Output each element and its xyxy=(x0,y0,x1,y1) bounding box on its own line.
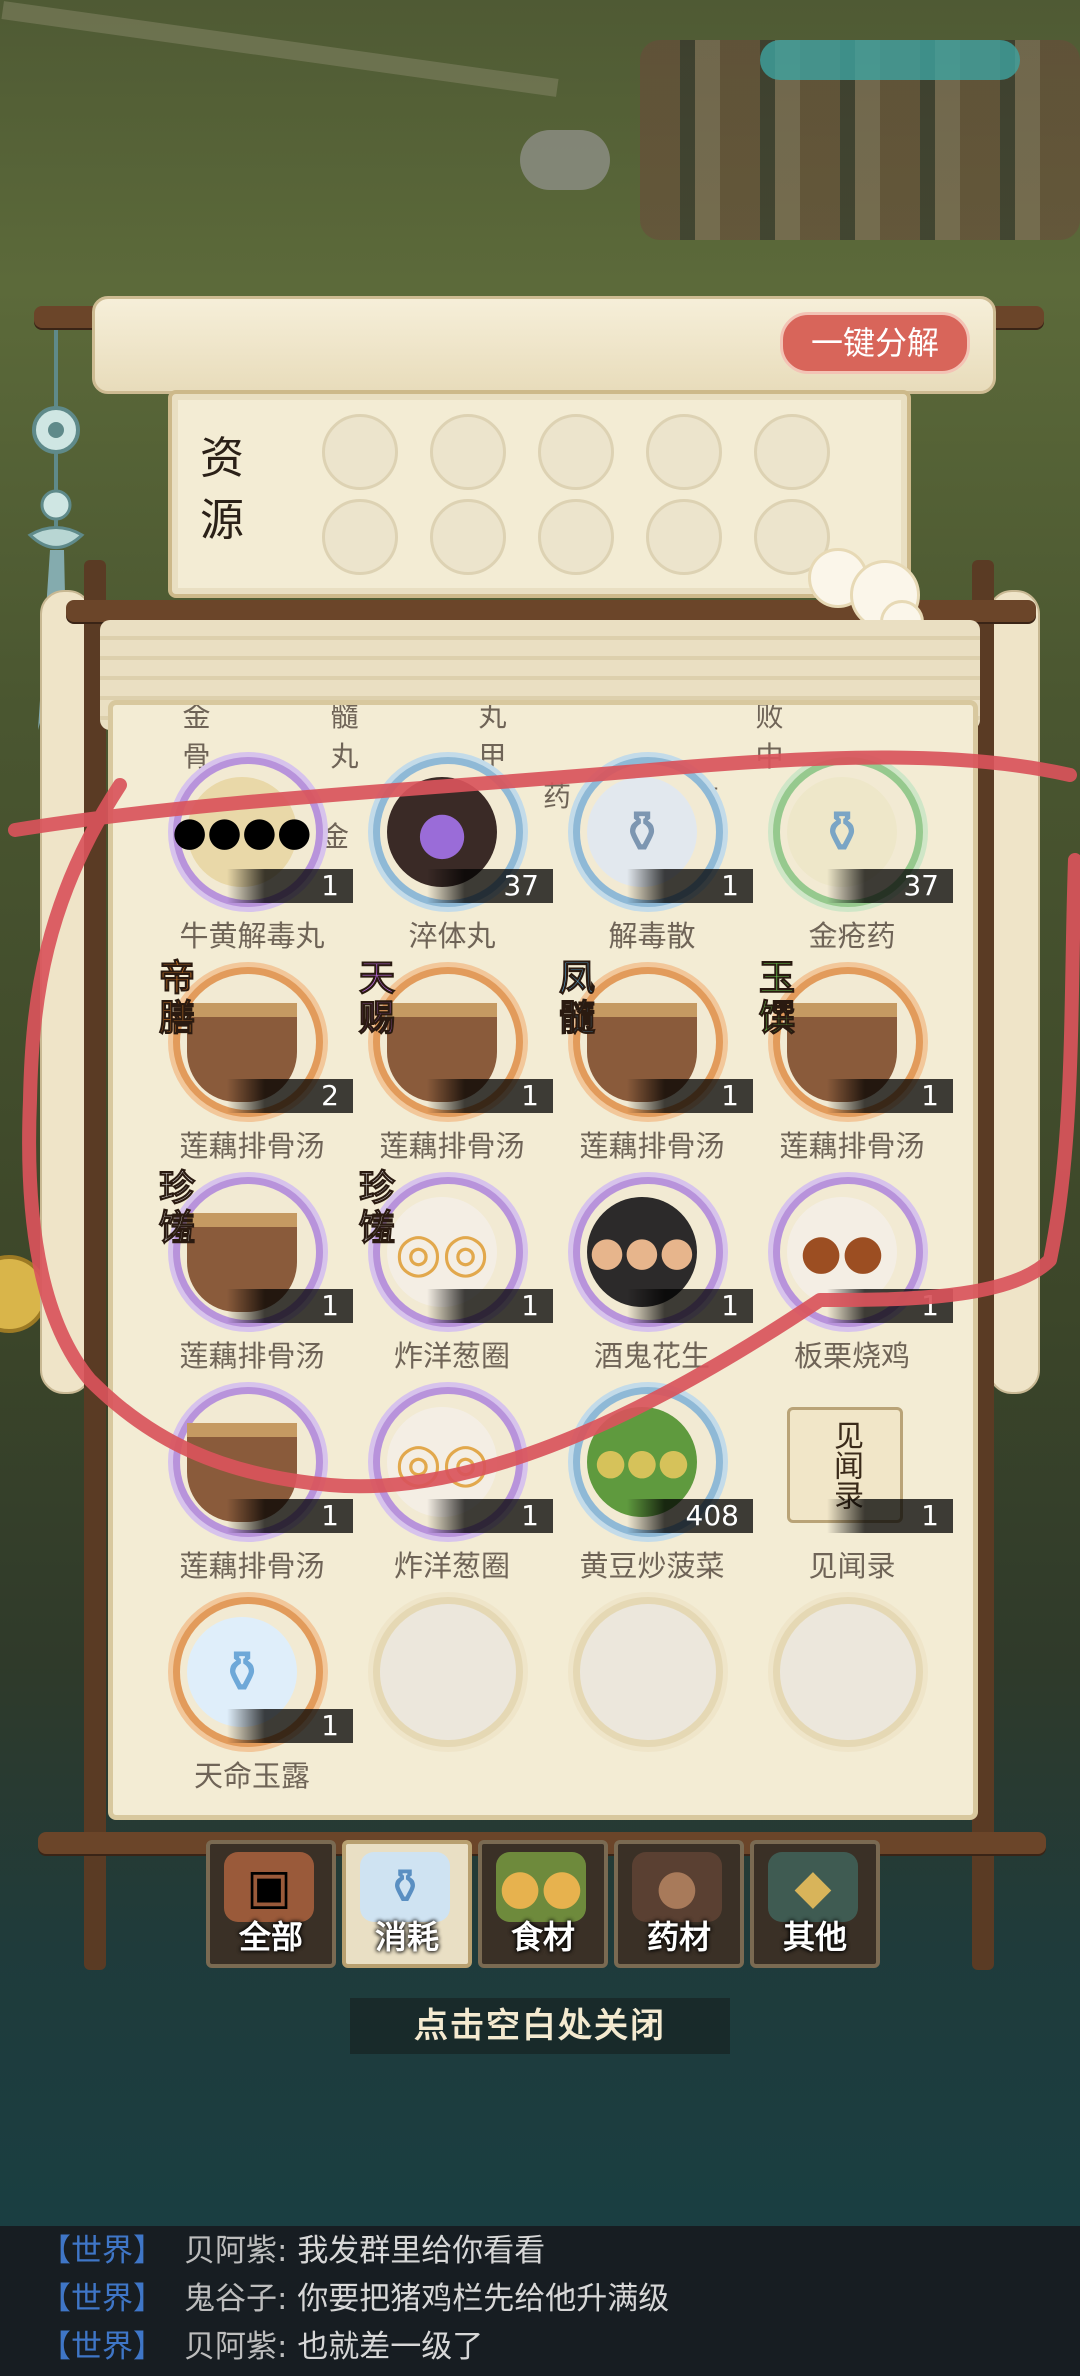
inventory-item[interactable]: 帝膳 2 莲藕排骨汤 xyxy=(159,958,353,1172)
empty-slot[interactable] xyxy=(367,1597,542,1802)
item-count: 1 xyxy=(427,1289,553,1323)
tab-other[interactable]: ◆ 其他 xyxy=(750,1840,880,1968)
lake xyxy=(760,40,1020,80)
frame-post-left xyxy=(84,560,106,1970)
item-count: 1 xyxy=(227,869,353,903)
chat-message: 你要把猪鸡栏先给他升满级 xyxy=(297,2281,670,2317)
chat-channel: 【世界】 xyxy=(40,2233,164,2269)
item-name: 牛黄解毒丸 xyxy=(179,919,325,953)
inventory-item[interactable]: ⚱ 37 金疮药 xyxy=(767,757,953,962)
world-chat[interactable]: 【世界】 贝阿紫: 我发群里给你看看 【世界】 鬼谷子: 你要把猪鸡栏先给他升满级 … xyxy=(0,2226,1080,2376)
item-name: 莲藕排骨汤 xyxy=(779,1129,925,1163)
empty-slot[interactable] xyxy=(767,1597,942,1802)
inventory-item[interactable]: 1 莲藕排骨汤 xyxy=(167,1387,353,1592)
item-name: 莲藕排骨汤 xyxy=(579,1129,725,1163)
resource-slot[interactable] xyxy=(430,414,506,490)
item-name: 莲藕排骨汤 xyxy=(179,1129,325,1163)
inventory-item[interactable]: ● 37 淬体丸 xyxy=(367,757,553,962)
inventory-item[interactable]: 凤髓 1 莲藕排骨汤 xyxy=(559,958,753,1172)
resource-slot[interactable] xyxy=(538,499,614,575)
item-count: 1 xyxy=(227,1289,353,1323)
item-name: 炸洋葱圈 xyxy=(393,1339,510,1373)
tab-herbs[interactable]: ● 药材 xyxy=(614,1840,744,1968)
item-name: 见闻录 xyxy=(808,1549,896,1583)
item-count: 37 xyxy=(827,869,953,903)
item-name: 莲藕排骨汤 xyxy=(179,1549,325,1583)
rock xyxy=(520,130,610,190)
item-name: 炸洋葱圈 xyxy=(393,1549,510,1583)
item-count: 1 xyxy=(627,869,753,903)
tab-all[interactable]: ▣ 全部 xyxy=(206,1840,336,1968)
chat-sender: 贝阿紫: xyxy=(184,2329,288,2365)
resource-slot[interactable] xyxy=(322,414,398,490)
item-count: 1 xyxy=(827,1499,953,1533)
resource-slot[interactable] xyxy=(754,414,830,490)
close-hint[interactable]: 点击空白处关闭 xyxy=(350,1998,730,2054)
item-count: 37 xyxy=(427,869,553,903)
inventory-item[interactable]: ◎◎ 1 炸洋葱圈 xyxy=(367,1387,553,1592)
tab-consumables[interactable]: ⚱ 消耗 xyxy=(342,1840,472,1968)
item-name: 淬体丸 xyxy=(408,919,496,953)
chat-message: 也就差一级了 xyxy=(297,2329,484,2365)
item-name: 天命玉露 xyxy=(193,1759,310,1793)
item-count: 1 xyxy=(427,1079,553,1113)
grade-tag: 凤髓 xyxy=(559,958,596,1039)
chat-sender: 贝阿紫: xyxy=(184,2233,288,2269)
inventory-item[interactable]: ●●●● 1 牛黄解毒丸 xyxy=(167,757,353,962)
grade-tag: 帝膳 xyxy=(159,958,196,1039)
inventory-item[interactable]: ◎◎ 珍馐 1 炸洋葱圈 xyxy=(359,1168,553,1382)
inventory-scroll[interactable]: 金髓丸 败骨丸甲 中品阳药方 金心散 ●●●● 1 牛黄解毒丸 ● 37 淬体丸… xyxy=(108,700,978,1820)
inventory-item[interactable]: ●●● 1 酒鬼花生 xyxy=(567,1177,753,1382)
grade-tag: 珍馐 xyxy=(159,1168,196,1249)
inventory-item[interactable]: ●● 1 板栗烧鸡 xyxy=(767,1177,953,1382)
scroll-strap-right xyxy=(988,590,1040,1394)
resources-title: 资源 xyxy=(200,433,244,546)
one-click-decompose-button[interactable]: 一键分解 xyxy=(780,312,970,374)
resource-slot[interactable] xyxy=(538,414,614,490)
item-count: 1 xyxy=(827,1289,953,1323)
resource-slot[interactable] xyxy=(430,499,506,575)
inventory-item[interactable]: ●●● 408 黄豆炒菠菜 xyxy=(567,1387,753,1592)
inventory-item[interactable]: ⚱ 1 天命玉露 xyxy=(167,1597,353,1802)
item-name: 金疮药 xyxy=(808,919,896,953)
inventory-item[interactable]: 见闻录 1 见闻录 xyxy=(767,1387,953,1592)
item-name: 解毒散 xyxy=(608,919,696,953)
tab-ingredients[interactable]: ●● 食材 xyxy=(478,1840,608,1968)
resource-slot[interactable] xyxy=(322,499,398,575)
item-count: 1 xyxy=(627,1079,753,1113)
inventory-item[interactable]: ⚱ 1 解毒散 xyxy=(567,757,753,962)
item-count: 2 xyxy=(227,1079,353,1113)
grade-tag: 珍馐 xyxy=(359,1168,396,1249)
chat-message: 我发群里给你看看 xyxy=(297,2233,546,2269)
item-count: 408 xyxy=(627,1499,753,1533)
empty-slot-icon xyxy=(373,1597,523,1747)
item-count: 1 xyxy=(427,1499,553,1533)
empty-slot-icon xyxy=(773,1597,923,1747)
item-count: 1 xyxy=(827,1079,953,1113)
item-name: 莲藕排骨汤 xyxy=(179,1339,325,1373)
resource-slot[interactable] xyxy=(646,414,722,490)
chat-sender: 鬼谷子: xyxy=(184,2281,288,2317)
item-count: 1 xyxy=(227,1709,353,1743)
item-name: 板栗烧鸡 xyxy=(793,1339,910,1373)
chat-line: 【世界】 贝阿紫: 也就差一级了 xyxy=(40,2324,483,2370)
item-name: 莲藕排骨汤 xyxy=(379,1129,525,1163)
inventory-item[interactable]: 玉馔 1 莲藕排骨汤 xyxy=(759,958,953,1172)
item-count: 1 xyxy=(227,1499,353,1533)
item-count: 1 xyxy=(627,1289,753,1323)
chat-channel: 【世界】 xyxy=(40,2329,164,2365)
item-name: 酒鬼花生 xyxy=(593,1339,710,1373)
empty-slot[interactable] xyxy=(567,1597,742,1802)
grade-tag: 天赐 xyxy=(359,958,396,1039)
chat-line: 【世界】 鬼谷子: 你要把猪鸡栏先给他升满级 xyxy=(40,2276,669,2322)
resource-slot[interactable] xyxy=(646,499,722,575)
inventory-item[interactable]: 天赐 1 莲藕排骨汤 xyxy=(359,958,553,1172)
inventory-item[interactable]: 珍馐 1 莲藕排骨汤 xyxy=(159,1168,353,1382)
chat-line: 【世界】 贝阿紫: 我发群里给你看看 xyxy=(40,2228,545,2274)
chat-channel: 【世界】 xyxy=(40,2281,164,2317)
resources-panel: 资源 xyxy=(168,390,911,598)
grade-tag: 玉馔 xyxy=(759,958,796,1039)
item-name: 黄豆炒菠菜 xyxy=(579,1549,725,1583)
empty-slot-icon xyxy=(573,1597,723,1747)
